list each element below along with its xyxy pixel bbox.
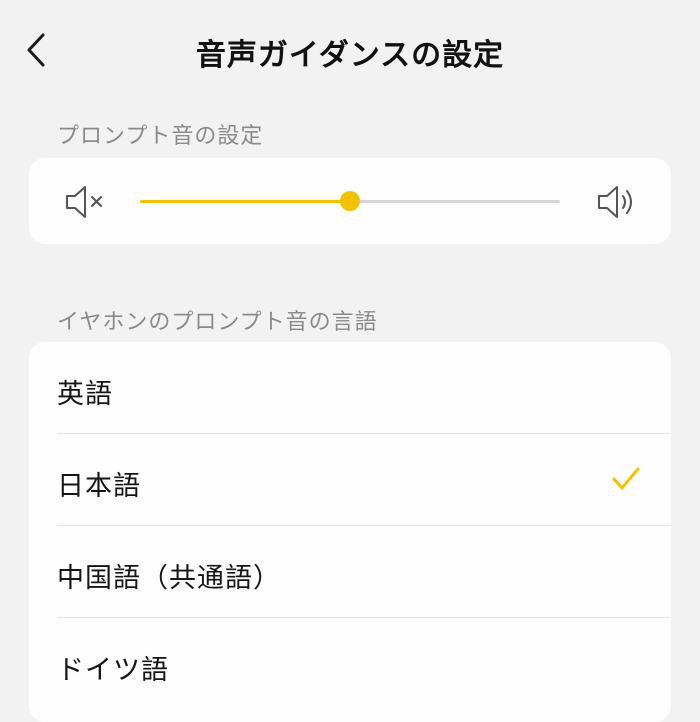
checkmark-icon bbox=[612, 467, 640, 490]
prompt-sound-section-label: プロンプト音の設定 bbox=[57, 124, 264, 149]
speaker-loud-icon bbox=[598, 186, 632, 218]
list-item-english[interactable]: 英語 bbox=[29, 342, 671, 434]
list-item-label: ドイツ語 bbox=[57, 655, 169, 686]
volume-card bbox=[29, 158, 671, 244]
list-item-label: 日本語 bbox=[57, 471, 141, 502]
volume-slider-thumb[interactable] bbox=[340, 191, 360, 211]
list-item-label: 中国語（共通語） bbox=[57, 563, 281, 594]
header: 音声ガイダンスの設定 bbox=[0, 0, 700, 100]
list-item-chinese[interactable]: 中国語（共通語） bbox=[29, 526, 671, 618]
list-item-japanese[interactable]: 日本語 bbox=[29, 434, 671, 526]
language-section-label: イヤホンのプロンプト音の言語 bbox=[57, 310, 378, 335]
volume-slider-fill bbox=[140, 200, 350, 203]
list-item-label: 英語 bbox=[57, 379, 113, 410]
page-title: 音声ガイダンスの設定 bbox=[195, 38, 505, 73]
speaker-mute-icon bbox=[66, 186, 102, 218]
language-list: 英語 日本語 中国語（共通語） ドイツ語 bbox=[29, 342, 671, 722]
list-item-german[interactable]: ドイツ語 bbox=[29, 618, 671, 710]
volume-slider[interactable] bbox=[140, 189, 560, 213]
